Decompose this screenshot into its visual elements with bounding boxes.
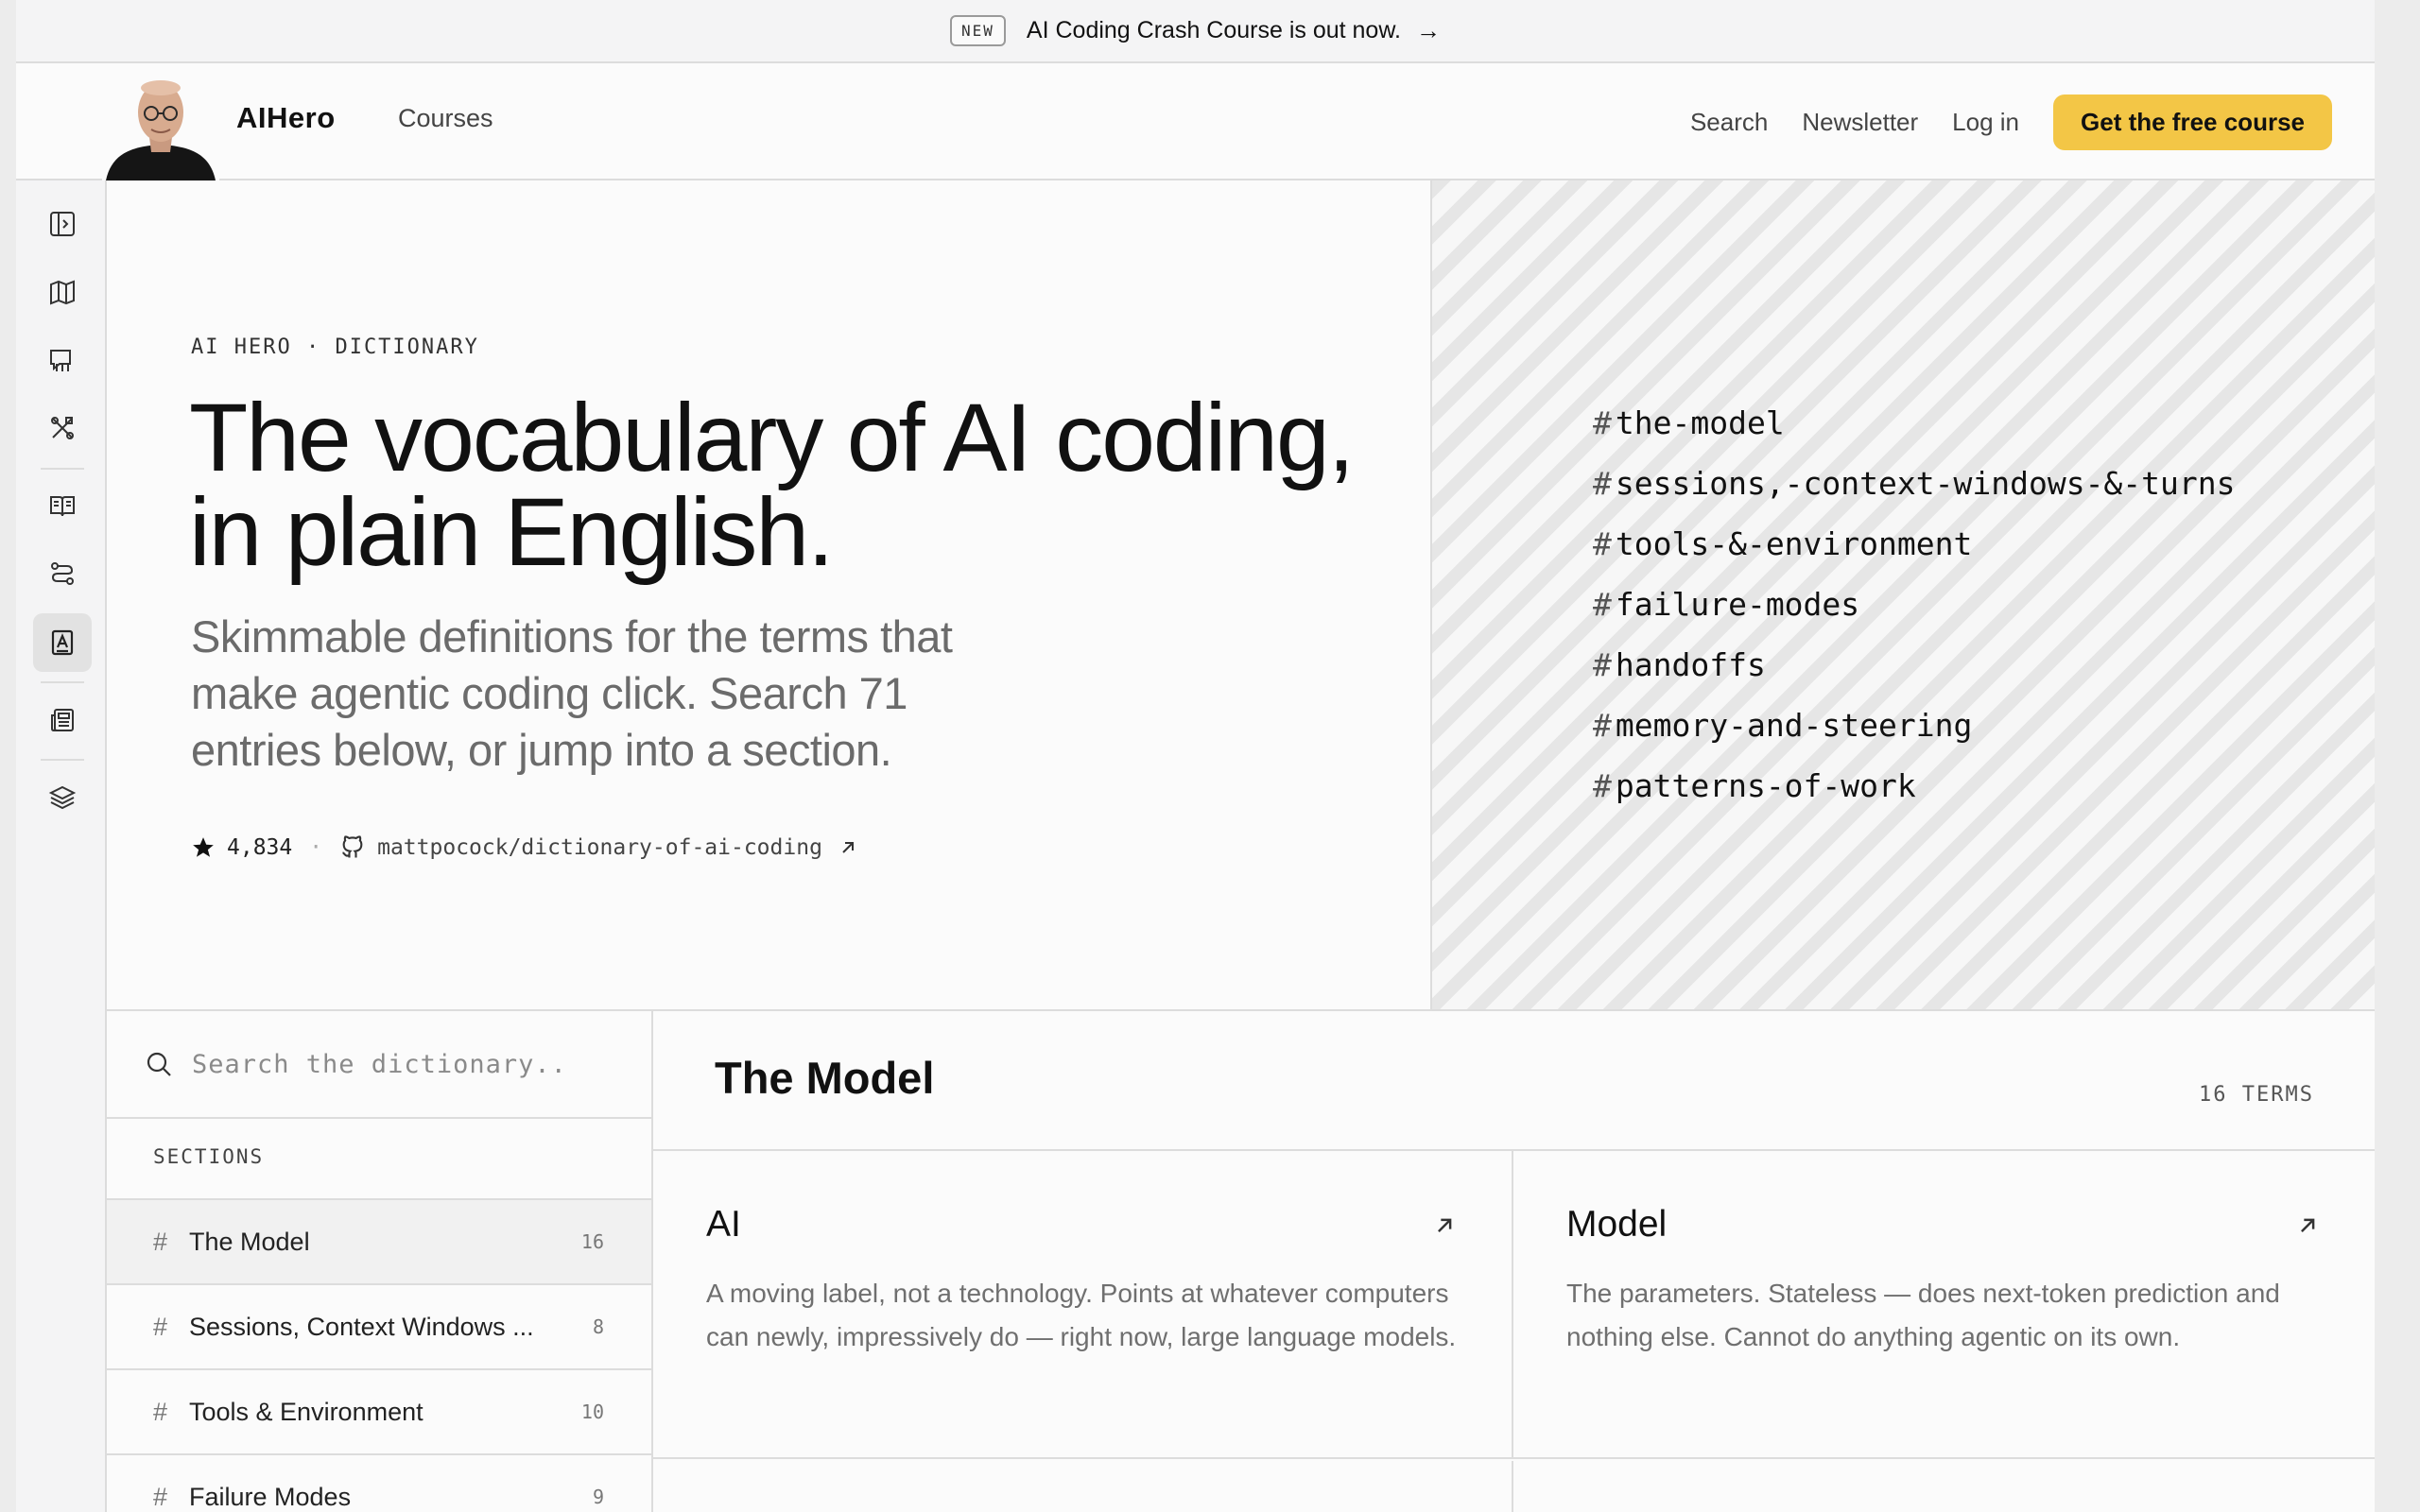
rail-divider [41, 759, 84, 761]
tag-label: patterns-of-work [1615, 767, 1916, 804]
newspaper-icon[interactable] [33, 691, 92, 749]
hero-section: AI HERO · DICTIONARY The vocabulary of A… [107, 180, 1430, 1011]
get-free-course-button[interactable]: Get the free course [2053, 94, 2332, 150]
tag-label: tools-&-environment [1615, 525, 1973, 562]
term-description: The parameters. Stateless — does next-to… [1566, 1279, 2280, 1351]
book-open-icon[interactable] [33, 476, 92, 535]
hash-icon: # [1593, 646, 1612, 683]
title-line-1: The vocabulary of AI coding, [189, 384, 1355, 491]
external-link-icon[interactable] [1434, 1215, 1455, 1236]
avatar[interactable] [102, 71, 219, 180]
sections-label: SECTIONS [153, 1145, 265, 1168]
tag-label: the-model [1615, 404, 1785, 441]
section-label: Tools & Environment [189, 1397, 424, 1426]
brand-logo[interactable]: AIHero [236, 101, 336, 135]
search-placeholder: Search the dictionary.. [192, 1049, 567, 1079]
hero-subtitle: Skimmable definitions for the terms that… [191, 611, 953, 775]
tag-label: failure-modes [1615, 586, 1860, 623]
star-icon [191, 835, 216, 860]
layers-icon[interactable] [33, 768, 92, 827]
announcement-message[interactable]: AI Coding Crash Course is out now. [1027, 17, 1401, 44]
section-header: The Model 16 TERMS [653, 1011, 2375, 1151]
hash-icon: # [153, 1482, 168, 1511]
new-badge: NEW [950, 15, 1006, 46]
arrow-right-icon: → [1415, 16, 1441, 44]
github-icon[interactable] [339, 834, 366, 861]
chat-bubbles-icon[interactable] [33, 331, 92, 389]
section-label: Sessions, Context Windows ... [189, 1312, 534, 1341]
hash-icon: # [153, 1312, 168, 1341]
section-count: 8 [592, 1315, 604, 1338]
term-card-next[interactable] [653, 1461, 1513, 1512]
rail-divider [41, 681, 84, 683]
tools-icon[interactable] [33, 399, 92, 457]
repo-row: 4,834 · mattpocock/dictionary-of-ai-codi… [191, 829, 856, 867]
hash-icon: # [1593, 707, 1612, 744]
term-title: Model [1566, 1204, 1668, 1245]
nav-search-link[interactable]: Search [1690, 108, 1768, 137]
hash-icon: # [153, 1397, 168, 1426]
workflow-icon[interactable] [33, 544, 92, 603]
hash-icon: # [1593, 586, 1612, 623]
title-line-2: in plain English. [189, 478, 834, 586]
page-title: The vocabulary of AI coding, in plain En… [189, 384, 1399, 586]
tag-label: sessions,-context-windows-&-turns [1615, 465, 2236, 502]
panel-expand-icon[interactable] [33, 195, 92, 253]
section-count: 10 [580, 1400, 604, 1423]
section-label: Failure Modes [189, 1482, 352, 1511]
section-item-failure-modes[interactable]: # Failure Modes 9 [107, 1453, 651, 1512]
rail-divider [41, 468, 84, 470]
nav-courses-link[interactable]: Courses [398, 104, 493, 133]
separator-dot: · [309, 835, 323, 860]
search-icon [145, 1050, 173, 1078]
nav-newsletter-link[interactable]: Newsletter [1802, 108, 1918, 137]
term-card-model[interactable]: Model The parameters. Stateless — does n… [1513, 1151, 2375, 1459]
hash-icon: # [1593, 465, 1612, 502]
announcement-bar[interactable]: NEW AI Coding Crash Course is out now. → [16, 0, 2375, 63]
section-tag-link[interactable]: # memory-and-steering [1593, 696, 2236, 756]
nav-login-link[interactable]: Log in [1952, 108, 2019, 137]
section-tag-link[interactable]: # patterns-of-work [1593, 756, 2236, 816]
repo-link[interactable]: mattpocock/dictionary-of-ai-coding [377, 835, 822, 860]
section-item-sessions[interactable]: # Sessions, Context Windows ... 8 [107, 1283, 651, 1368]
dictionary-icon[interactable] [33, 613, 92, 672]
main-content: The Model 16 TERMS AI A moving label, no… [653, 1011, 2375, 1512]
external-link-icon[interactable] [839, 839, 856, 856]
term-card-ai[interactable]: AI A moving label, not a technology. Poi… [653, 1151, 1513, 1459]
eyebrow: AI HERO · DICTIONARY [191, 335, 479, 359]
section-tag-link[interactable]: # the-model [1593, 393, 2236, 454]
left-rail [16, 180, 107, 1512]
section-tags-panel: # the-model # sessions,-context-windows-&-t… [1430, 180, 2375, 1011]
hash-icon: # [1593, 525, 1612, 562]
tag-label: memory-and-steering [1615, 707, 1973, 744]
section-tag-link[interactable]: # handoffs [1593, 635, 2236, 696]
hash-icon: # [1593, 767, 1612, 804]
star-count: 4,834 [227, 835, 293, 860]
sections-sidebar: Search the dictionary.. SECTIONS # The M… [107, 1011, 653, 1512]
section-tag-link[interactable]: # sessions,-context-windows-&-turns [1593, 454, 2236, 514]
tag-list: # the-model # sessions,-context-windows-&-t… [1593, 393, 2236, 816]
search-input[interactable]: Search the dictionary.. [107, 1011, 651, 1119]
map-icon[interactable] [33, 263, 92, 321]
term-title: AI [706, 1204, 741, 1245]
hash-icon: # [1593, 404, 1612, 441]
site-header: AIHero Courses Search Newsletter Log in … [16, 63, 2375, 180]
section-item-the-model[interactable]: # The Model 16 [107, 1198, 651, 1283]
section-count: 16 [580, 1230, 604, 1253]
hash-icon: # [153, 1227, 168, 1256]
term-description: A moving label, not a technology. Points… [706, 1279, 1457, 1351]
external-link-icon[interactable] [2297, 1215, 2318, 1236]
section-item-tools[interactable]: # Tools & Environment 10 [107, 1368, 651, 1453]
section-tag-link[interactable]: # failure-modes [1593, 575, 2236, 635]
term-count: 16 TERMS [2199, 1083, 2314, 1107]
section-count: 9 [592, 1486, 604, 1508]
section-tag-link[interactable]: # tools-&-environment [1593, 514, 2236, 575]
section-title: The Model [715, 1053, 935, 1103]
section-label: The Model [189, 1227, 310, 1256]
tag-label: handoffs [1615, 646, 1766, 683]
